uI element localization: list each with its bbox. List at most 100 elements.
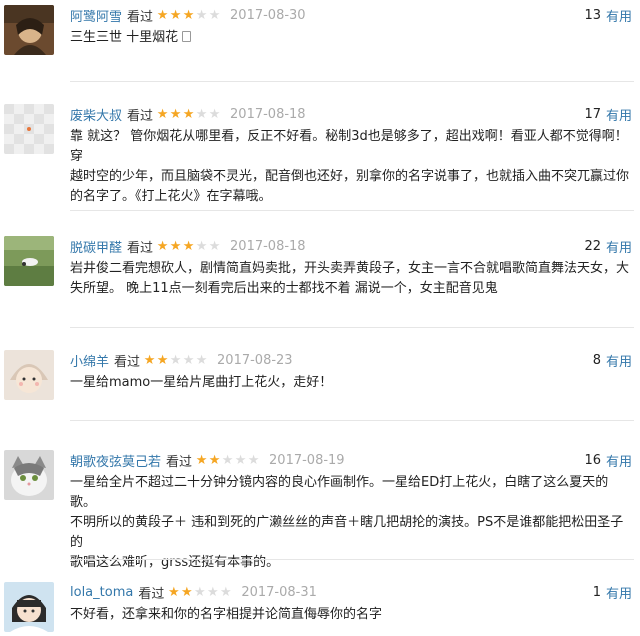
star-icon: ★ bbox=[194, 584, 206, 600]
review-text: 不好看，还拿来和你的名字相提并论简直侮辱你的名字 bbox=[70, 605, 630, 625]
author-name[interactable]: 小绵羊 bbox=[70, 351, 109, 370]
star-icon: ★ bbox=[156, 352, 169, 368]
star-icon: ★ bbox=[182, 352, 195, 368]
star-icon: ★ bbox=[169, 352, 182, 368]
review-line: 不好看，还拿来和你的名字相提并论简直侮辱你的名字 bbox=[70, 607, 383, 622]
review-line: 越时空的少年，而且脑袋不灵光，配音倒也还好，别拿你的名字说事了，也就插入曲不突兀… bbox=[70, 169, 630, 184]
star-icon: ★ bbox=[207, 584, 219, 600]
watched-status: 看过 bbox=[127, 240, 154, 256]
review-item: 朝歌夜弦莫己若 看过 ★ ★ ★ ★ ★ 2017-08-19 16 有用 一星给全片不… bbox=[0, 450, 640, 570]
avatar[interactable] bbox=[4, 5, 54, 55]
review-line: 歌唱这么难听，grss还挺有本事的。 bbox=[70, 555, 280, 570]
rating-stars: ★ ★ ★ ★ ★ bbox=[156, 240, 221, 253]
vote-count: 22 bbox=[584, 238, 601, 254]
divider bbox=[70, 559, 634, 560]
star-icon: ★ bbox=[234, 452, 247, 468]
author-name[interactable]: 阿鹭阿雪 bbox=[70, 6, 122, 25]
star-icon: ★ bbox=[143, 352, 156, 368]
review-date: 2017-08-19 bbox=[269, 452, 345, 468]
author-name[interactable]: lola_toma bbox=[70, 585, 133, 600]
rating-stars: ★ ★ ★ ★ ★ bbox=[167, 586, 232, 599]
rating-stars: ★ ★ ★ ★ ★ bbox=[143, 354, 208, 367]
avatar[interactable] bbox=[4, 450, 54, 500]
watched-status: 看过 bbox=[127, 108, 154, 124]
vote-count: 13 bbox=[584, 7, 601, 23]
star-icon: ★ bbox=[156, 238, 169, 254]
review-line: 岩井俊二看完想砍人，剧情简直妈卖批，开头卖弄黄段子，女主一言不合就唱歌简直舞法天… bbox=[70, 261, 630, 276]
avatar[interactable] bbox=[4, 350, 54, 400]
star-icon: ★ bbox=[195, 352, 208, 368]
review-line: 靠 就这？ 管你烟花从哪里看，反正不好看。秘制3d也是够多了，超出戏啊！看亚人都… bbox=[70, 129, 628, 164]
star-icon: ★ bbox=[169, 106, 182, 122]
avatar[interactable] bbox=[4, 236, 54, 286]
star-icon: ★ bbox=[156, 106, 169, 122]
review-item: 小绵羊 看过 ★ ★ ★ ★ ★ 2017-08-23 8 有用 一星给mamo一星给片… bbox=[0, 350, 640, 410]
review-date: 2017-08-30 bbox=[230, 7, 306, 23]
star-icon: ★ bbox=[195, 7, 208, 23]
rating-stars: ★ ★ ★ ★ ★ bbox=[195, 454, 260, 467]
useful-button[interactable]: 有用 bbox=[606, 237, 632, 256]
review-line: 三生三世 十里烟花 bbox=[70, 30, 179, 45]
review-text: 一星给mamo一星给片尾曲打上花火，走好！ bbox=[70, 373, 630, 393]
star-icon: ★ bbox=[182, 106, 195, 122]
useful-button[interactable]: 有用 bbox=[606, 351, 632, 370]
divider bbox=[70, 210, 634, 211]
review-line: 一星给mamo一星给片尾曲打上花火，走好！ bbox=[70, 375, 333, 390]
divider bbox=[70, 420, 634, 421]
review-item: 脱碳甲醛 看过 ★ ★ ★ ★ ★ 2017-08-18 22 有用 岩井俊二看完想砍人… bbox=[0, 236, 640, 306]
useful-button[interactable]: 有用 bbox=[606, 105, 632, 124]
useful-button[interactable]: 有用 bbox=[606, 583, 632, 602]
star-icon: ★ bbox=[208, 106, 221, 122]
divider bbox=[70, 81, 634, 82]
watched-status: 看过 bbox=[114, 354, 141, 370]
review-item: 废柴大叔 看过 ★ ★ ★ ★ ★ 2017-08-18 17 有用 靠 就这？ 管你烟… bbox=[0, 104, 640, 204]
star-icon: ★ bbox=[169, 238, 182, 254]
star-icon: ★ bbox=[220, 584, 232, 600]
review-text: 一星给全片不超过二十分钟分镜内容的良心作画制作。一星给ED打上花火，白瞎了这么夏… bbox=[70, 473, 630, 573]
author-name[interactable]: 脱碳甲醛 bbox=[70, 237, 122, 256]
review-text: 岩井俊二看完想砍人，剧情简直妈卖批，开头卖弄黄段子，女主一言不合就唱歌简直舞法天… bbox=[70, 259, 630, 299]
star-icon: ★ bbox=[181, 584, 193, 600]
author-name[interactable]: 废柴大叔 bbox=[70, 105, 122, 124]
useful-button[interactable]: 有用 bbox=[606, 6, 632, 25]
star-icon: ★ bbox=[208, 238, 221, 254]
star-icon: ★ bbox=[182, 7, 195, 23]
review-line: 一星给全片不超过二十分钟分镜内容的良心作画制作。一星给ED打上花火，白瞎了这么夏… bbox=[70, 475, 609, 510]
star-icon: ★ bbox=[169, 7, 182, 23]
star-icon: ★ bbox=[195, 238, 208, 254]
watched-status: 看过 bbox=[166, 454, 193, 470]
star-icon: ★ bbox=[182, 238, 195, 254]
review-text: 靠 就这？ 管你烟花从哪里看，反正不好看。秘制3d也是够多了，超出戏啊！看亚人都… bbox=[70, 127, 630, 207]
vote-count: 1 bbox=[592, 584, 601, 600]
watched-status: 看过 bbox=[127, 9, 154, 25]
vote-count: 16 bbox=[584, 452, 601, 468]
author-name[interactable]: 朝歌夜弦莫己若 bbox=[70, 451, 161, 470]
vote-count: 8 bbox=[592, 352, 601, 368]
star-icon: ★ bbox=[195, 106, 208, 122]
vote-count: 17 bbox=[584, 106, 601, 122]
review-date: 2017-08-23 bbox=[217, 352, 293, 368]
star-icon: ★ bbox=[156, 7, 169, 23]
rating-stars: ★ ★ ★ ★ ★ bbox=[156, 108, 221, 121]
review-line: 不明所以的黄段子＋ 违和到死的广濑丝丝的声音＋瞎几把胡抡的演技。PS不是谁都能把… bbox=[70, 515, 624, 550]
rating-stars: ★ ★ ★ ★ ★ bbox=[156, 9, 221, 22]
star-icon: ★ bbox=[221, 452, 234, 468]
star-icon: ★ bbox=[208, 7, 221, 23]
review-date: 2017-08-31 bbox=[241, 584, 317, 600]
divider bbox=[70, 327, 634, 328]
avatar[interactable] bbox=[4, 104, 54, 154]
review-item: lola_toma 看过 ★ ★ ★ ★ ★ 2017-08-31 1 有用 不好看，还… bbox=[0, 582, 640, 636]
review-item: 阿鹭阿雪 看过 ★ ★ ★ ★ ★ 2017-08-30 13 有用 三生三世 十里烟花 bbox=[0, 5, 640, 75]
review-text: 三生三世 十里烟花 bbox=[70, 28, 630, 48]
watched-status: 看过 bbox=[138, 586, 165, 602]
review-date: 2017-08-18 bbox=[230, 238, 306, 254]
review-line: 失所望。 晚上11点一刻看完后出来的士都找不着 漏说一个，女主配音见鬼 bbox=[70, 281, 498, 296]
star-icon: ★ bbox=[195, 452, 208, 468]
review-date: 2017-08-18 bbox=[230, 106, 306, 122]
review-line: 的名字了。《打上花火》在字幕哦。 bbox=[70, 189, 272, 204]
star-icon: ★ bbox=[208, 452, 221, 468]
avatar[interactable] bbox=[4, 582, 54, 632]
phone-icon bbox=[182, 31, 192, 42]
star-icon: ★ bbox=[247, 452, 260, 468]
useful-button[interactable]: 有用 bbox=[606, 451, 632, 470]
